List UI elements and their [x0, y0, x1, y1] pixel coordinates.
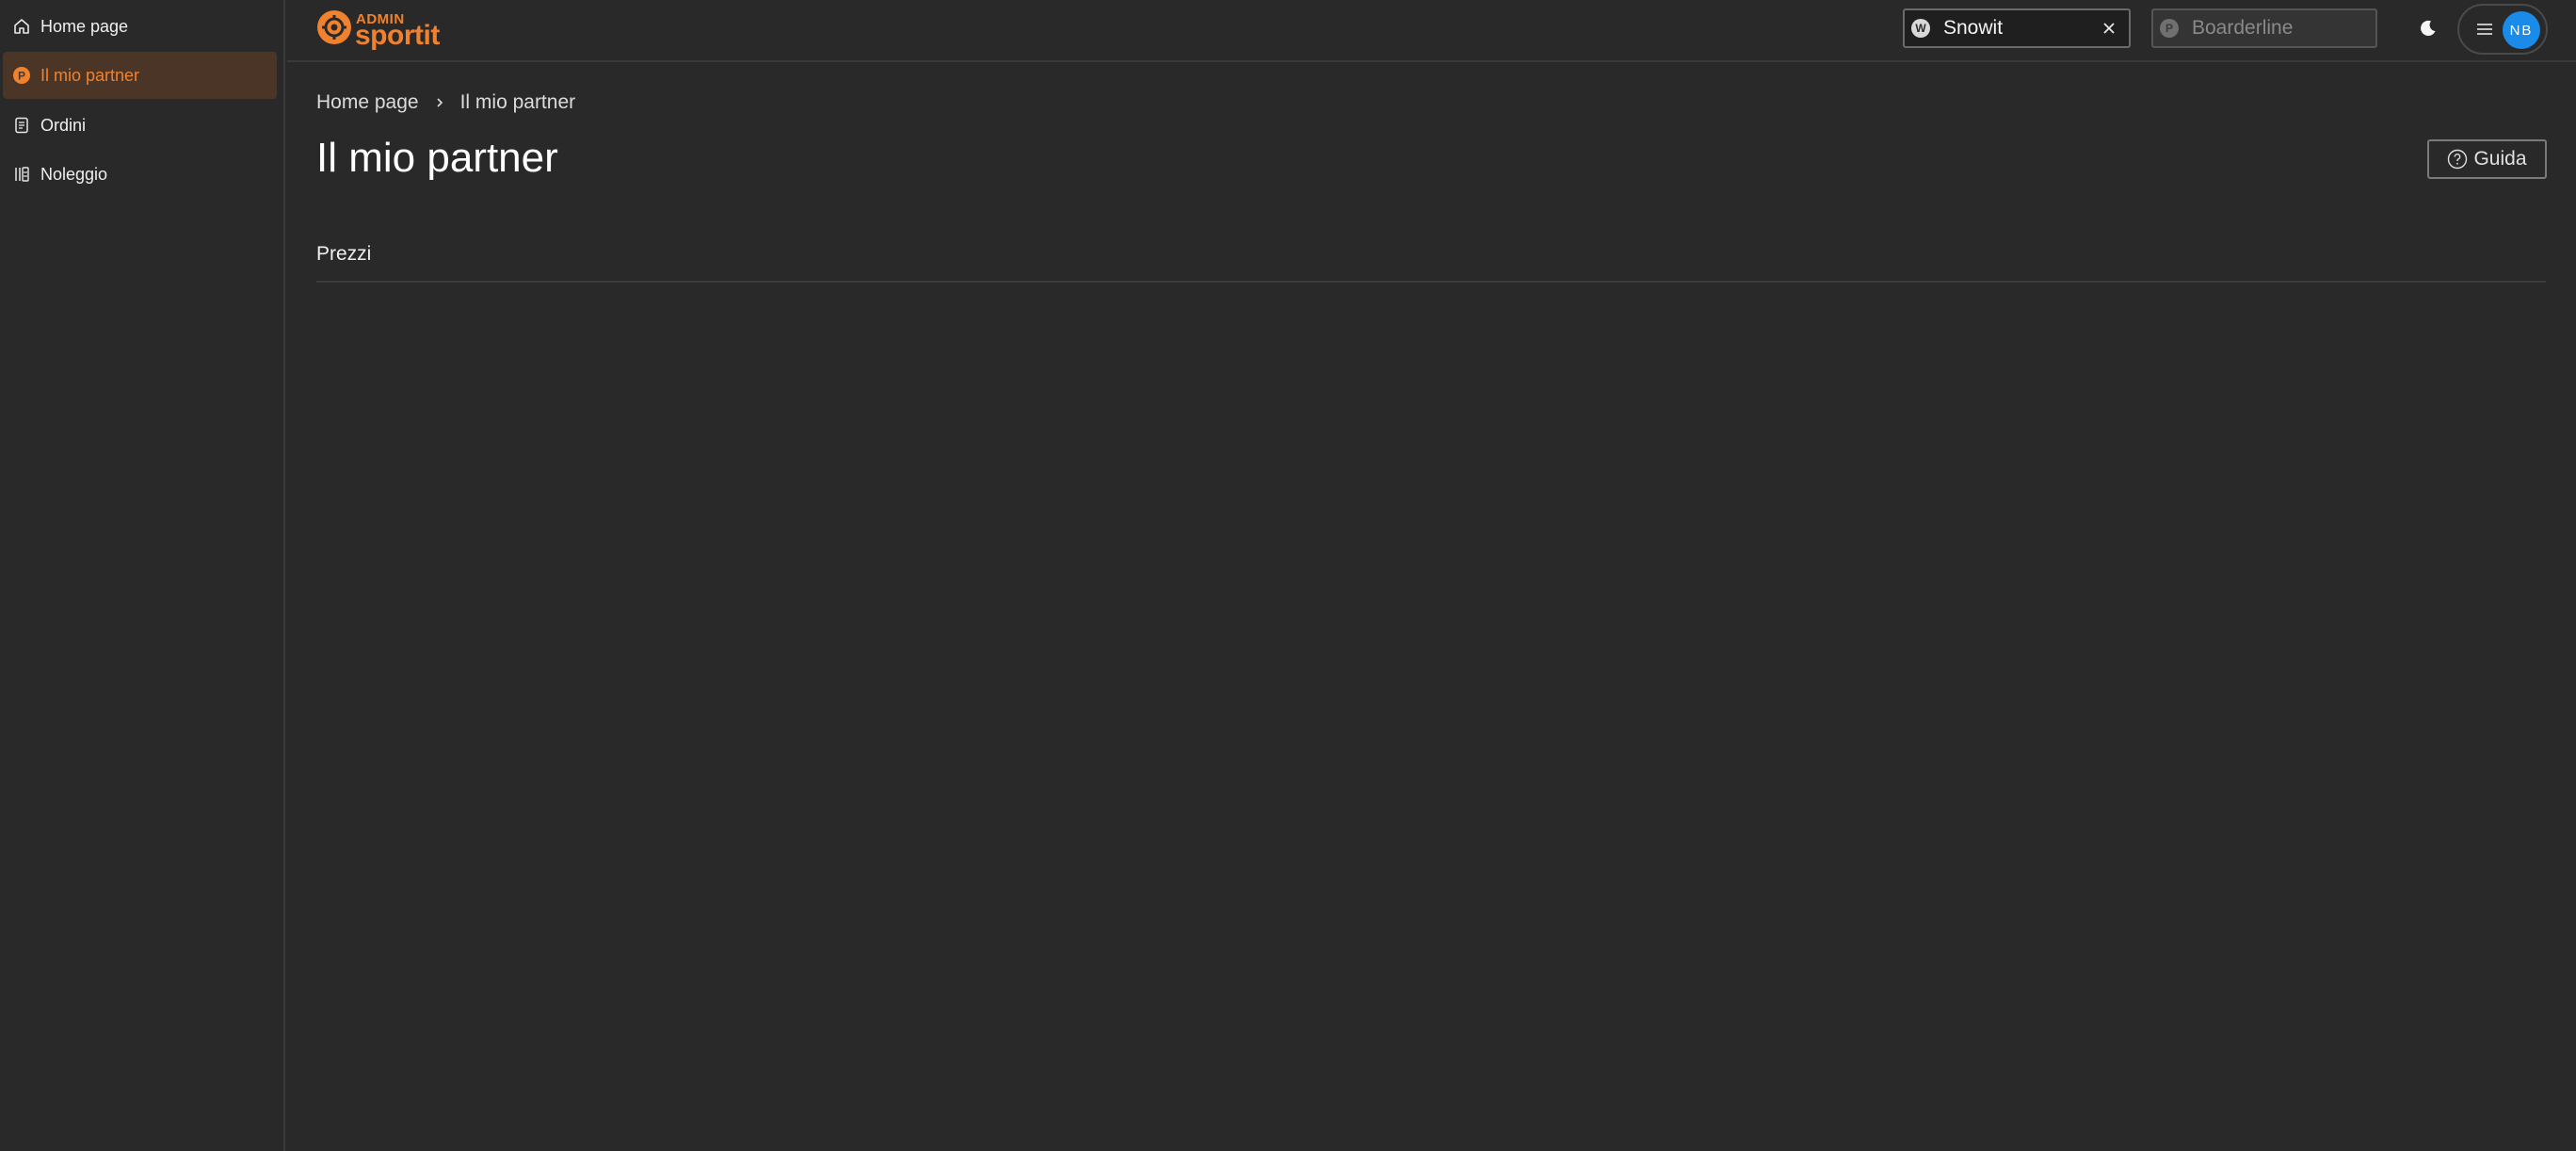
top-bar: ADMIN sportit W Snowit P Boarderline NB	[287, 0, 2576, 62]
sidebar-item-label: Il mio partner	[40, 65, 140, 85]
help-circle-icon	[2447, 149, 2468, 170]
breadcrumb: Home page Il mio partner	[316, 91, 575, 114]
sidebar-item-label: Home page	[40, 16, 129, 36]
sidebar: Home page P Il mio partner Ordini Nolegg…	[0, 0, 285, 1151]
partner-p-icon: P	[3, 66, 40, 85]
rental-icon	[3, 165, 40, 184]
moon-icon[interactable]	[2415, 15, 2441, 41]
tab-prezzi[interactable]: Prezzi	[316, 243, 371, 266]
clear-icon[interactable]	[2099, 18, 2119, 39]
document-icon	[3, 116, 40, 135]
user-menu-button[interactable]: NB	[2457, 4, 2548, 55]
sidebar-item-partner[interactable]: P Il mio partner	[3, 52, 277, 99]
website-badge: W	[1911, 19, 1930, 38]
hamburger-icon	[2475, 22, 2496, 37]
breadcrumb-home-link[interactable]: Home page	[316, 91, 419, 114]
breadcrumb-current: Il mio partner	[459, 91, 576, 113]
sidebar-item-label: Ordini	[40, 115, 87, 135]
home-icon	[3, 17, 40, 36]
logo-brand-text: sportit	[355, 20, 440, 51]
sidebar-item-label: Noleggio	[40, 164, 108, 184]
page-title: Il mio partner	[316, 135, 558, 181]
partner-select-placeholder: Boarderline	[2192, 17, 2294, 39]
website-select-value: Snowit	[1943, 17, 2004, 39]
guide-button-label: Guida	[2473, 148, 2527, 170]
avatar: NB	[2503, 11, 2540, 49]
website-select[interactable]: W Snowit	[1903, 8, 2131, 48]
logo-gear-icon	[317, 10, 351, 44]
sidebar-item-orders[interactable]: Ordini	[3, 102, 277, 149]
svg-text:P: P	[18, 70, 25, 83]
guide-button[interactable]: Guida	[2427, 139, 2547, 179]
logo[interactable]	[316, 9, 352, 45]
sidebar-item-rental[interactable]: Noleggio	[3, 151, 277, 198]
tab-bar: Prezzi	[316, 237, 2546, 283]
partner-badge: P	[2160, 19, 2179, 38]
chevron-right-icon	[434, 96, 445, 109]
sidebar-item-home[interactable]: Home page	[3, 3, 277, 50]
partner-select[interactable]: P Boarderline	[2151, 8, 2377, 48]
